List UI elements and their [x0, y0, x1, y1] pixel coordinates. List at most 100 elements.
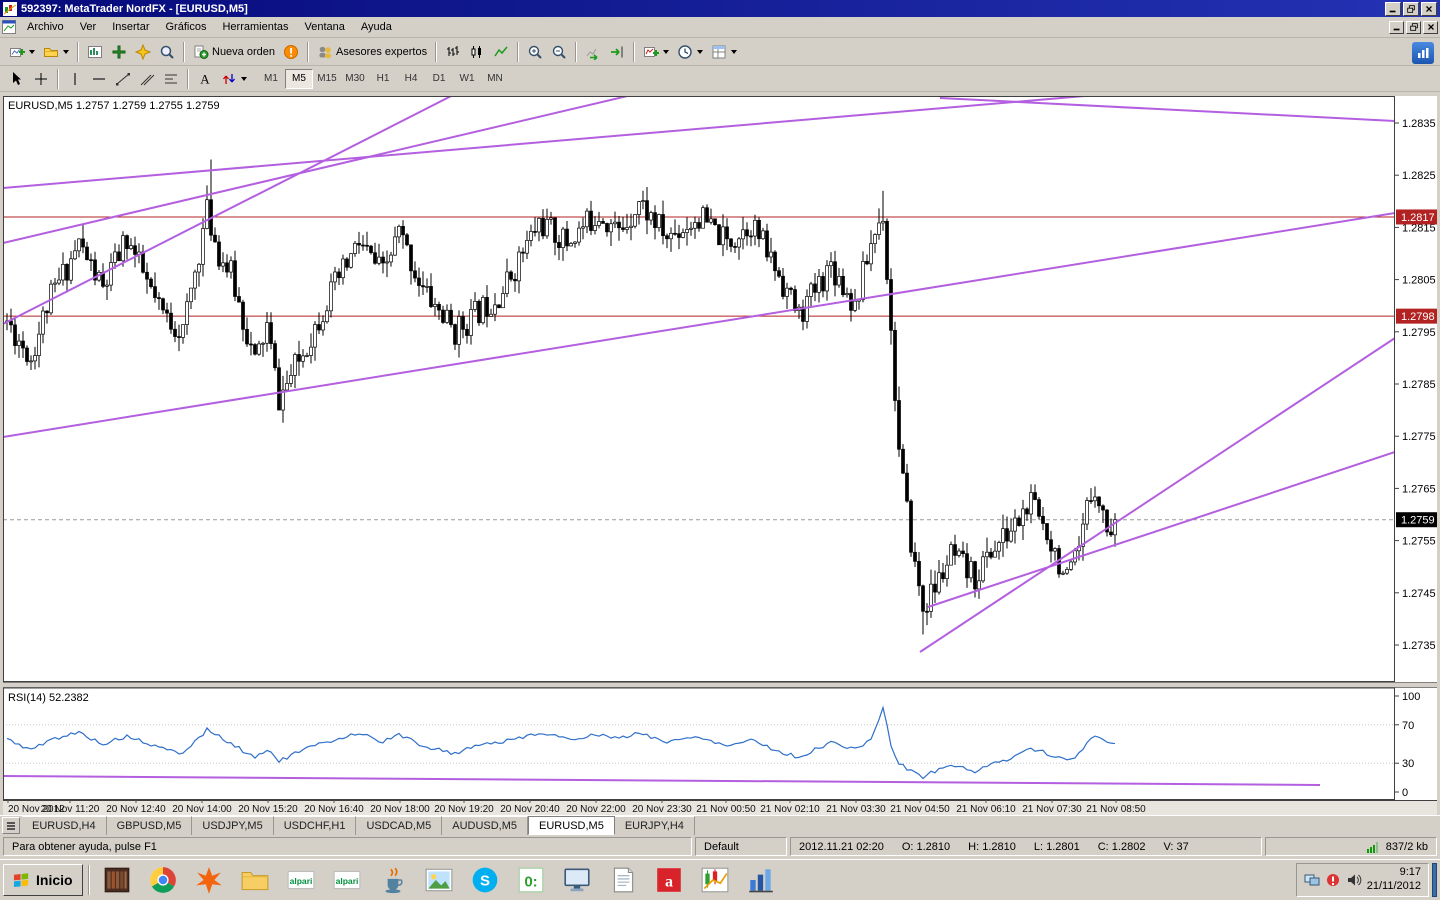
toolbar-horizontal-line[interactable]: [87, 68, 111, 90]
new-order-icon: [193, 44, 209, 60]
tray-volume-icon[interactable]: [1346, 872, 1362, 888]
toolbar-profiles[interactable]: [39, 41, 73, 63]
show-desktop-strip[interactable]: [1432, 863, 1437, 897]
menu-insertar[interactable]: Insertar: [104, 18, 157, 36]
toolbar-arrows[interactable]: [217, 68, 251, 90]
quicklaunch-alpari-red-icon[interactable]: a: [647, 863, 691, 897]
start-button[interactable]: Inicio: [3, 864, 83, 896]
toolbar-cursor[interactable]: [5, 68, 29, 90]
menu-archivo[interactable]: Archivo: [19, 18, 72, 36]
toolbar-metaeditor[interactable]: [279, 41, 303, 63]
toolbar-crosshair[interactable]: [29, 68, 53, 90]
timeframe-h4[interactable]: H4: [397, 69, 425, 89]
tab-eurusd-m5[interactable]: EURUSD,M5: [528, 816, 615, 835]
quicklaunch-notepad-icon[interactable]: [601, 863, 645, 897]
toolbar-chart-line[interactable]: [489, 41, 513, 63]
quicklaunch-chrome-icon[interactable]: [141, 863, 185, 897]
quicklaunch-computer-icon[interactable]: [555, 863, 599, 897]
svg-text:21 Nov 07:30: 21 Nov 07:30: [1022, 804, 1082, 815]
timeframe-w1[interactable]: W1: [453, 69, 481, 89]
timeframe-mn[interactable]: MN: [481, 69, 509, 89]
timeframe-m15[interactable]: M15: [313, 69, 341, 89]
tab-eurjpy-h4[interactable]: EURJPY,H4: [615, 816, 695, 835]
dropdown-arrow-icon: [697, 50, 703, 54]
toolbar-strategy-tester[interactable]: [155, 41, 179, 63]
svg-text:1.2745: 1.2745: [1402, 588, 1436, 600]
toolbar-templates[interactable]: [707, 41, 741, 63]
toolbar-trendline[interactable]: [111, 68, 135, 90]
child-minimize-button[interactable]: [1389, 21, 1404, 34]
toolbar-zoom-out[interactable]: [547, 41, 571, 63]
menu-herramientas[interactable]: Herramientas: [214, 18, 296, 36]
timeframe-d1[interactable]: D1: [425, 69, 453, 89]
svg-text:20 Nov 16:40: 20 Nov 16:40: [304, 804, 364, 815]
menu-ver[interactable]: Ver: [72, 18, 105, 36]
toolbar-chart-candles[interactable]: [465, 41, 489, 63]
quicklaunch-alpari-icon[interactable]: alpari: [279, 863, 323, 897]
svg-text:alpari: alpari: [335, 876, 358, 886]
svg-text:20 Nov 18:00: 20 Nov 18:00: [370, 804, 430, 815]
quicklaunch-orange-app-icon[interactable]: [187, 863, 231, 897]
toolbar-data-window[interactable]: [107, 41, 131, 63]
toolbar-text-label[interactable]: A: [193, 68, 217, 90]
child-restore-button[interactable]: [1406, 21, 1421, 34]
svg-text:20 Nov 11:20: 20 Nov 11:20: [41, 804, 100, 815]
toolbar-chart-shift[interactable]: [605, 41, 629, 63]
menu-ayuda[interactable]: Ayuda: [353, 18, 400, 36]
toolbar-new-chart[interactable]: [5, 41, 39, 63]
quicklaunch-folder-icon[interactable]: [233, 863, 277, 897]
timeframe-h1[interactable]: H1: [369, 69, 397, 89]
quicklaunch-alpari2-icon[interactable]: alpari: [325, 863, 369, 897]
timeframe-m1[interactable]: M1: [257, 69, 285, 89]
tab-list-icon[interactable]: [2, 817, 20, 834]
connection-bars-icon: [1366, 840, 1380, 854]
quicklaunch-photos-icon[interactable]: [417, 863, 461, 897]
quicklaunch-books-icon[interactable]: [95, 863, 139, 897]
restore-button[interactable]: [1403, 2, 1419, 16]
svg-text:20 Nov 15:20: 20 Nov 15:20: [238, 804, 298, 815]
tab-usdchf-h1[interactable]: USDCHF,H1: [274, 816, 357, 835]
timeframe-m5[interactable]: M5: [285, 69, 313, 89]
linechart-icon: [493, 44, 509, 60]
minimize-button[interactable]: [1385, 2, 1401, 16]
svg-text:1.2835: 1.2835: [1402, 118, 1436, 130]
toolbar-fibonacci[interactable]: [159, 68, 183, 90]
quicklaunch-mt4-icon[interactable]: [693, 863, 737, 897]
status-profile-panel[interactable]: Default: [695, 837, 787, 856]
quicklaunch-zero-icon[interactable]: 0:: [509, 863, 553, 897]
tab-gbpusd-m5[interactable]: GBPUSD,M5: [107, 816, 193, 835]
zoom-in-icon: [527, 44, 543, 60]
toolbar-indicators[interactable]: [639, 41, 673, 63]
toolbar-chart-bars[interactable]: [441, 41, 465, 63]
tab-usdcad-m5[interactable]: USDCAD,M5: [356, 816, 442, 835]
timeframe-m30[interactable]: M30: [341, 69, 369, 89]
quicklaunch-java-icon[interactable]: [371, 863, 415, 897]
toolbar-new-order[interactable]: Nueva orden: [189, 41, 279, 63]
toolbar-market-watch[interactable]: [83, 41, 107, 63]
toolbar-auto-scroll[interactable]: [581, 41, 605, 63]
toolbar-vertical-line[interactable]: [63, 68, 87, 90]
quicklaunch-skype-icon[interactable]: S: [463, 863, 507, 897]
tray-display-icon[interactable]: [1304, 872, 1320, 888]
toolbar-navigator[interactable]: [131, 41, 155, 63]
menu-ventana[interactable]: Ventana: [297, 18, 353, 36]
mql-community-icon[interactable]: [1412, 42, 1434, 64]
status-help-text: Para obtener ayuda, pulse F1: [12, 841, 157, 853]
toolbar-equidistant-channel[interactable]: [135, 68, 159, 90]
close-button[interactable]: [1421, 2, 1437, 16]
price-chart-canvas[interactable]: 20 Nov 201220 Nov 11:2020 Nov 12:4020 No…: [3, 96, 1437, 815]
toolbar-periods[interactable]: [673, 41, 707, 63]
quicklaunch-stats-icon[interactable]: [739, 863, 783, 897]
toolbar-expert-advisors[interactable]: Asesores expertos: [313, 41, 431, 63]
tray-alert-icon[interactable]: [1325, 872, 1341, 888]
svg-text:21 Nov 00:50: 21 Nov 00:50: [696, 804, 756, 815]
tab-usdjpy-m5[interactable]: USDJPY,M5: [192, 816, 273, 835]
menu-grficos[interactable]: Gráficos: [158, 18, 215, 36]
tab-audusd-m5[interactable]: AUDUSD,M5: [442, 816, 528, 835]
child-close-button[interactable]: [1423, 21, 1438, 34]
svg-text:21 Nov 04:50: 21 Nov 04:50: [890, 804, 950, 815]
channel-icon: [139, 71, 155, 87]
toolbar-zoom-in[interactable]: [523, 41, 547, 63]
tab-eurusd-h4[interactable]: EURUSD,H4: [22, 816, 107, 835]
svg-text:1.2817: 1.2817: [1401, 212, 1435, 224]
